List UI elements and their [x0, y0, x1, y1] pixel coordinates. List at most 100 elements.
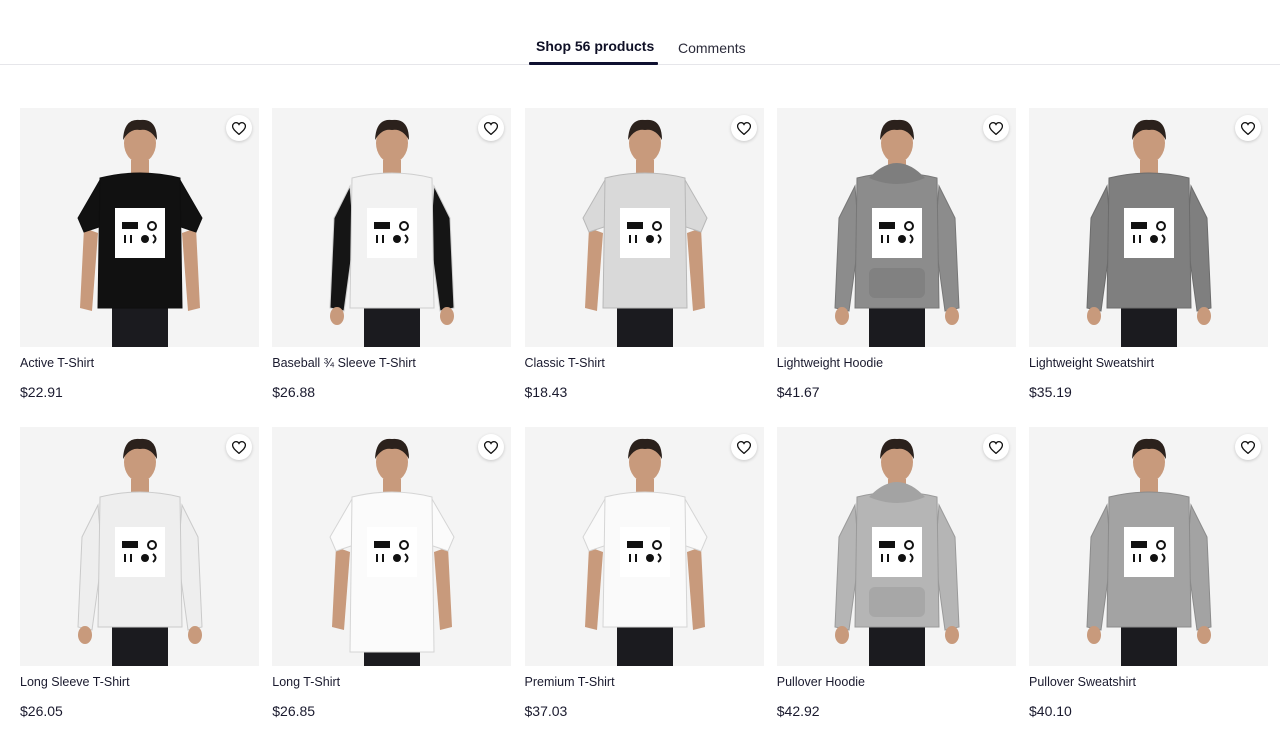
product-card[interactable]: Long T-Shirt $26.85 — [272, 427, 512, 746]
product-card[interactable]: Classic T-Shirt $18.43 — [524, 108, 764, 427]
print-bar-shape — [878, 222, 895, 229]
right-hand-shape — [944, 626, 959, 644]
print-dot-shape — [645, 235, 654, 243]
pants-shape — [868, 303, 925, 347]
heart-icon[interactable] — [226, 434, 252, 460]
product-image[interactable] — [524, 108, 764, 347]
right-sleeve-shape — [681, 497, 708, 552]
print-bar-shape — [1131, 541, 1147, 548]
product-title[interactable]: Lightweight Sweatshirt — [1029, 356, 1154, 370]
product-title[interactable]: Pullover Hoodie — [777, 675, 865, 689]
print-bar-shape — [374, 222, 391, 229]
print-line-shape — [634, 554, 637, 562]
active-tab-indicator — [529, 62, 658, 65]
left-arm-shape — [584, 547, 603, 630]
print-line-shape — [130, 235, 132, 243]
left-arm-shape — [584, 228, 603, 311]
product-model-illustration — [1086, 438, 1212, 666]
product-image[interactable] — [272, 427, 512, 666]
print-panel-shape — [1124, 527, 1174, 577]
left-sleeve-shape — [77, 178, 103, 233]
print-bar-shape — [122, 541, 138, 548]
product-price: $22.91 — [20, 384, 63, 400]
product-title[interactable]: Active T-Shirt — [20, 356, 94, 370]
right-sleeve-shape — [177, 178, 203, 233]
product-card[interactable]: Long Sleeve T-Shirt $26.05 — [20, 427, 259, 746]
right-hand-shape — [440, 307, 455, 325]
product-price: $35.19 — [1029, 384, 1072, 400]
product-title[interactable]: Baseball ¾ Sleeve T-Shirt — [272, 356, 416, 370]
print-line-shape — [376, 235, 379, 243]
product-image[interactable] — [1029, 108, 1268, 347]
product-image[interactable] — [776, 427, 1016, 666]
tab-bar: Shop 56 products Comments — [0, 0, 1280, 65]
product-model-illustration — [834, 438, 960, 666]
left-sleeve-shape — [581, 497, 608, 552]
heart-icon[interactable] — [982, 115, 1009, 141]
heart-icon[interactable] — [1235, 434, 1261, 460]
product-card[interactable]: Lightweight Hoodie $41.67 — [776, 108, 1016, 427]
left-hand-shape — [834, 626, 849, 644]
product-card[interactable]: Lightweight Sweatshirt $35.19 — [1029, 108, 1268, 427]
left-hand-shape — [330, 307, 345, 325]
print-bar-shape — [878, 541, 895, 548]
product-card[interactable]: Pullover Hoodie $42.92 — [776, 427, 1016, 746]
product-card[interactable]: Baseball ¾ Sleeve T-Shirt $26.88 — [272, 108, 512, 427]
product-image[interactable] — [272, 108, 512, 347]
product-title[interactable]: Long Sleeve T-Shirt — [20, 675, 130, 689]
tab-comments[interactable]: Comments — [678, 40, 746, 56]
print-dot-shape — [645, 554, 654, 562]
product-card[interactable]: Active T-Shirt $22.91 — [20, 108, 259, 427]
product-price: $18.43 — [524, 384, 568, 400]
product-model-illustration — [77, 438, 203, 666]
print-dot-shape — [897, 554, 906, 562]
heart-icon[interactable] — [982, 434, 1009, 460]
product-model-illustration — [77, 119, 203, 347]
product-card[interactable]: Premium T-Shirt $37.03 — [524, 427, 764, 746]
print-line-shape — [1133, 554, 1135, 562]
heart-icon[interactable] — [730, 115, 757, 141]
tab-shop[interactable]: Shop 56 products — [536, 38, 654, 54]
print-panel-shape — [871, 208, 922, 258]
print-panel-shape — [619, 208, 670, 258]
print-dot-shape — [141, 235, 149, 243]
product-image[interactable] — [1029, 427, 1268, 666]
hood-shape — [868, 482, 925, 503]
product-model-illustration — [1086, 119, 1212, 347]
print-line-shape — [880, 554, 883, 562]
pants-shape — [1121, 303, 1177, 347]
right-hand-shape — [1197, 626, 1211, 644]
product-image[interactable] — [20, 108, 259, 347]
print-bar-shape — [1131, 222, 1147, 229]
product-title[interactable]: Classic T-Shirt — [525, 356, 605, 370]
print-line-shape — [1139, 235, 1141, 243]
print-dot-shape — [1150, 235, 1158, 243]
left-hand-shape — [1087, 626, 1101, 644]
print-panel-shape — [1124, 208, 1174, 258]
heart-icon[interactable] — [1235, 115, 1261, 141]
product-title[interactable]: Premium T-Shirt — [525, 675, 615, 689]
print-line-shape — [1139, 554, 1141, 562]
product-image[interactable] — [776, 108, 1016, 347]
pants-shape — [616, 303, 673, 347]
print-dot-shape — [141, 554, 149, 562]
product-model-illustration — [329, 119, 455, 347]
print-line-shape — [382, 235, 385, 243]
product-title[interactable]: Pullover Sweatshirt — [1029, 675, 1136, 689]
print-bar-shape — [122, 222, 138, 229]
heart-icon[interactable] — [730, 434, 757, 460]
product-model-illustration — [581, 438, 708, 666]
product-image[interactable] — [524, 427, 764, 666]
print-panel-shape — [871, 527, 922, 577]
print-dot-shape — [897, 235, 906, 243]
product-price: $26.88 — [272, 384, 316, 400]
product-title[interactable]: Lightweight Hoodie — [777, 356, 883, 370]
heart-icon[interactable] — [226, 115, 252, 141]
product-image[interactable] — [20, 427, 259, 666]
left-arm-shape — [80, 228, 98, 311]
print-line-shape — [886, 554, 889, 562]
right-arm-shape — [686, 228, 705, 311]
product-title[interactable]: Long T-Shirt — [272, 675, 340, 689]
product-card[interactable]: Pullover Sweatshirt $40.10 — [1029, 427, 1268, 746]
print-line-shape — [628, 554, 631, 562]
